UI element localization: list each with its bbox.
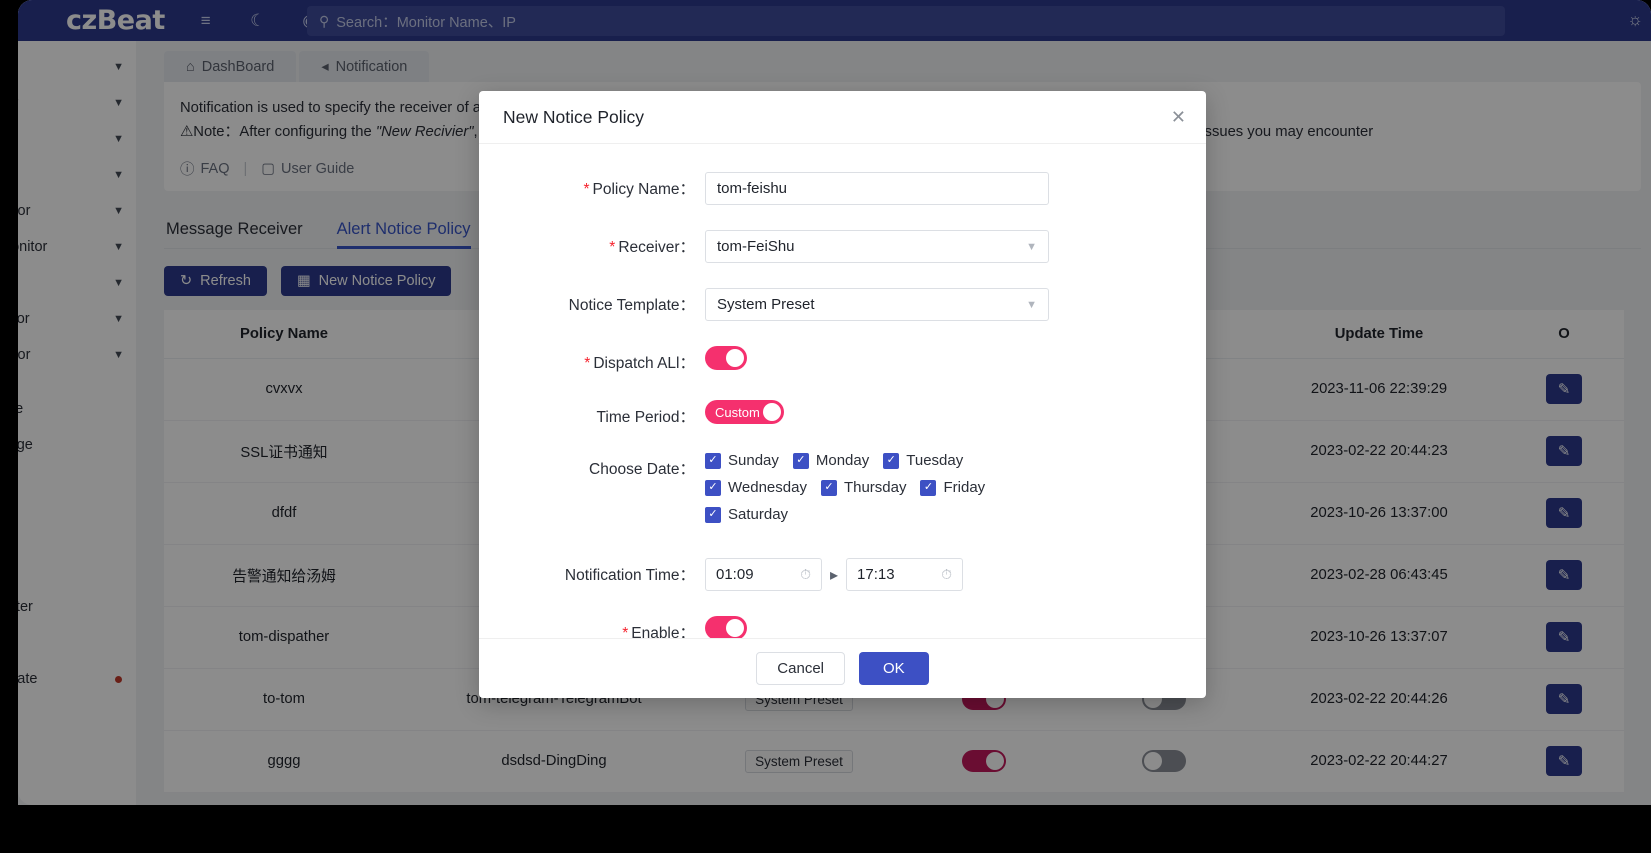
policy-name-value: tom-feishu — [717, 180, 788, 197]
field-receiver: * Receiver： tom-FeiShu ▼ — [479, 230, 1206, 263]
required-marker: * — [584, 355, 591, 372]
field-label: * Enable： — [479, 616, 705, 638]
day-checkbox-group: ✓ Sunday ✓ Monday ✓ Tuesday ✓ Wednesday … — [705, 452, 1005, 533]
dispatch-all-toggle[interactable] — [705, 346, 747, 370]
receiver-value: tom-FeiShu — [717, 238, 795, 255]
receiver-select[interactable]: tom-FeiShu ▼ — [705, 230, 1049, 263]
checkbox-monday[interactable]: ✓ Monday — [792, 452, 870, 469]
start-time-value: 01:09 — [716, 566, 754, 583]
field-choose-date: Choose Date： ✓ Sunday ✓ Monday ✓ Tuesday… — [479, 452, 1206, 533]
dialog-title: New Notice Policy — [503, 106, 645, 127]
checkbox-wednesday[interactable]: ✓ Wednesday — [705, 479, 807, 496]
policy-name-input[interactable]: tom-feishu — [705, 172, 1049, 205]
check-icon: ✓ — [705, 506, 721, 523]
ok-button[interactable]: OK — [859, 652, 929, 685]
checkbox-saturday[interactable]: ✓ Saturday — [705, 506, 788, 523]
checkbox-label: Saturday — [728, 506, 789, 523]
checkbox-label: Tuesday — [906, 452, 964, 469]
checkbox-label: Friday — [943, 479, 986, 496]
cancel-button[interactable]: Cancel — [756, 652, 845, 685]
field-notice-template: Notice Template： System Preset ▼ — [479, 288, 1206, 321]
checkbox-label: Sunday — [728, 452, 779, 469]
field-label: * Receiver： — [609, 239, 695, 256]
clock-icon: ⏱ — [800, 566, 811, 582]
field-dispatch-all: * Dispatch ALl： — [479, 346, 1206, 375]
checkbox-thursday[interactable]: ✓ Thursday — [820, 479, 907, 496]
clock-icon: ⏱ — [941, 566, 953, 582]
field-time-period: Time Period： Custom — [479, 400, 1206, 427]
start-time-input[interactable]: 01:09 ⏱ — [705, 558, 822, 591]
field-label: Time Period： — [596, 409, 695, 426]
check-icon: ✓ — [705, 479, 721, 496]
checkbox-label: Monday — [815, 452, 870, 469]
checkbox-label: Wednesday — [728, 479, 807, 496]
field-label: Choose Date： — [589, 461, 695, 478]
checkbox-label: Thursday — [843, 479, 907, 496]
dialog-body: * Policy Name： tom-feishu * Receiver： tom-… — [479, 144, 1206, 638]
checkbox-sunday[interactable]: ✓ Sunday — [705, 452, 779, 469]
field-enable: * Enable： — [479, 616, 1206, 638]
required-marker: * — [622, 625, 629, 638]
time-period-toggle[interactable]: Custom — [705, 400, 784, 424]
chevron-down-icon: ▼ — [1026, 240, 1037, 253]
field-label: Notification Time： — [564, 567, 695, 584]
enable-toggle[interactable] — [705, 616, 747, 638]
dialog-footer: Cancel OK — [479, 638, 1206, 698]
time-range-picker: 01:09 ⏱ ▸ 17:13 ⏱ — [705, 558, 1206, 591]
field-label: * Policy Name： — [583, 181, 695, 198]
checkbox-tuesday[interactable]: ✓ Tuesday — [883, 452, 963, 469]
end-time-value: 17:13 — [857, 566, 895, 583]
check-icon: ✓ — [820, 479, 837, 496]
notice-template-select[interactable]: System Preset ▼ — [705, 288, 1049, 321]
check-icon: ✓ — [920, 479, 937, 496]
chevron-down-icon: ▼ — [1026, 298, 1037, 311]
required-marker: * — [583, 181, 590, 198]
close-icon[interactable]: ✕ — [1171, 108, 1186, 126]
required-marker: * — [609, 239, 616, 256]
notice-template-value: System Preset — [717, 296, 815, 313]
new-notice-policy-dialog: New Notice Policy ✕ * Policy Name： tom-fe… — [479, 91, 1206, 698]
field-label: * Dispatch ALl： — [584, 355, 695, 372]
dialog-header: New Notice Policy ✕ — [479, 91, 1206, 144]
check-icon: ✓ — [883, 452, 900, 469]
field-policy-name: * Policy Name： tom-feishu — [479, 172, 1206, 205]
time-period-label: Custom — [715, 404, 760, 420]
field-label: Notice Template： — [568, 297, 695, 314]
checkbox-friday[interactable]: ✓ Friday — [920, 479, 985, 496]
check-icon: ✓ — [705, 452, 721, 469]
end-time-input[interactable]: 17:13 ⏱ — [846, 558, 964, 591]
check-icon: ✓ — [792, 452, 809, 469]
field-notification-time: Notification Time： 01:09 ⏱ ▸ 17:13 ⏱ — [479, 558, 1206, 591]
arrow-right-circle-icon: ▸ — [830, 566, 839, 584]
